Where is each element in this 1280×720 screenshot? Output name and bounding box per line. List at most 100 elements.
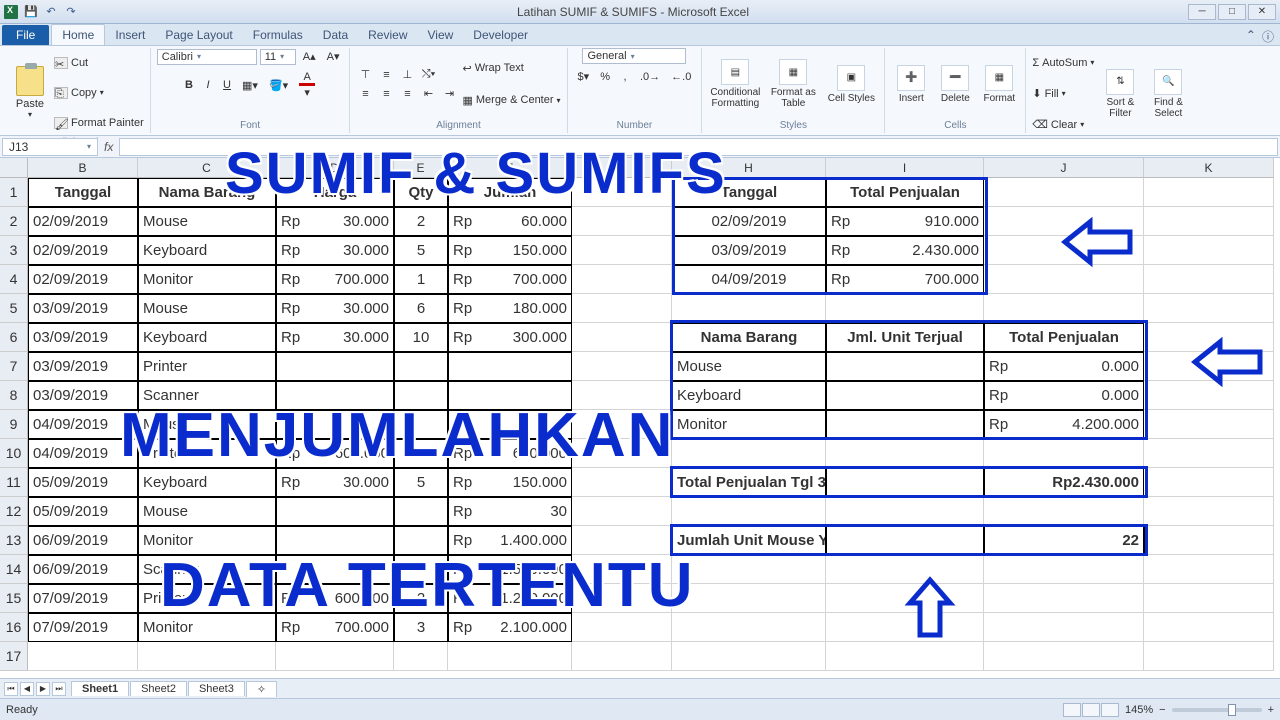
find-select-button[interactable]: 🔍Find & Select bbox=[1146, 69, 1190, 119]
ribbon-help-icon[interactable]: ⓘ bbox=[1262, 28, 1274, 45]
tab-page-layout[interactable]: Page Layout bbox=[155, 25, 242, 45]
decrease-font-button[interactable]: A▾ bbox=[323, 48, 344, 65]
decrease-decimal-button[interactable]: ←.0 bbox=[667, 69, 695, 85]
align-bottom-button[interactable]: ⊥ bbox=[398, 67, 416, 83]
clear-button[interactable]: ⌫Clear▾ bbox=[1032, 110, 1094, 139]
cut-button[interactable]: ✂Cut bbox=[54, 48, 144, 77]
sheet-tab-1[interactable]: Sheet1 bbox=[71, 681, 129, 696]
copy-icon: ⎘ bbox=[54, 87, 68, 99]
cells-group-label: Cells bbox=[891, 120, 1019, 133]
sheet-tab-3[interactable]: Sheet3 bbox=[188, 681, 245, 696]
fill-button[interactable]: ⬇Fill▾ bbox=[1032, 79, 1094, 108]
fill-color-button[interactable]: 🪣▾ bbox=[265, 77, 292, 94]
comma-format-button[interactable]: , bbox=[617, 69, 633, 85]
sheet-nav-first[interactable]: ⏮ bbox=[4, 682, 18, 696]
zoom-level[interactable]: 145% bbox=[1125, 704, 1153, 716]
quick-access-toolbar: 💾 ↶ ↷ bbox=[4, 5, 78, 19]
paste-button[interactable]: Paste ▾ bbox=[10, 66, 50, 119]
styles-group-label: Styles bbox=[708, 120, 878, 133]
sheet-nav-next[interactable]: ▶ bbox=[36, 682, 50, 696]
format-painter-button[interactable]: 🖌Format Painter bbox=[54, 108, 144, 137]
accounting-format-button[interactable]: $▾ bbox=[574, 68, 594, 85]
italic-button[interactable]: I bbox=[200, 77, 216, 93]
font-color-button[interactable]: A▾ bbox=[295, 69, 319, 101]
conditional-formatting-button[interactable]: ▤Conditional Formatting bbox=[708, 59, 762, 109]
decrease-indent-button[interactable]: ⇤ bbox=[419, 86, 437, 102]
tab-developer[interactable]: Developer bbox=[463, 25, 538, 45]
select-all-corner[interactable] bbox=[0, 158, 28, 178]
tab-view[interactable]: View bbox=[418, 25, 464, 45]
number-format-select[interactable]: General▾ bbox=[582, 48, 686, 64]
tab-review[interactable]: Review bbox=[358, 25, 417, 45]
zoom-slider[interactable] bbox=[1172, 708, 1262, 712]
align-middle-button[interactable]: ≡ bbox=[377, 67, 395, 83]
brush-icon: 🖌 bbox=[54, 117, 68, 129]
increase-font-button[interactable]: A▴ bbox=[299, 48, 320, 65]
insert-icon: ➕ bbox=[897, 65, 925, 91]
cell-styles-icon: ▣ bbox=[837, 65, 865, 91]
paste-icon bbox=[16, 66, 44, 96]
number-group-label: Number bbox=[574, 120, 696, 133]
sheet-tab-bar: ⏮ ◀ ▶ ⏭ Sheet1 Sheet2 Sheet3 ✧ bbox=[0, 678, 1280, 698]
sort-filter-button[interactable]: ⇅Sort & Filter bbox=[1098, 69, 1142, 119]
row-headers[interactable]: 1234567891011121314151617 bbox=[0, 178, 28, 671]
name-box[interactable]: J13▾ bbox=[2, 138, 98, 156]
zoom-out-button[interactable]: − bbox=[1159, 704, 1165, 716]
tab-formulas[interactable]: Formulas bbox=[243, 25, 313, 45]
cond-format-icon: ▤ bbox=[721, 59, 749, 85]
align-left-button[interactable]: ≡ bbox=[356, 86, 374, 102]
alignment-group-label: Alignment bbox=[356, 120, 560, 133]
worksheet-area[interactable]: BCDEFGHIJK 1234567891011121314151617 Tan… bbox=[0, 158, 1280, 690]
tab-home[interactable]: Home bbox=[51, 24, 105, 45]
font-name-select[interactable]: Calibri▾ bbox=[157, 49, 257, 65]
font-size-select[interactable]: 11▾ bbox=[260, 49, 296, 65]
sheet-tab-2[interactable]: Sheet2 bbox=[130, 681, 187, 696]
tab-insert[interactable]: Insert bbox=[105, 25, 155, 45]
insert-button[interactable]: ➕Insert bbox=[891, 65, 931, 104]
increase-decimal-button[interactable]: .0→ bbox=[636, 69, 664, 85]
tab-data[interactable]: Data bbox=[313, 25, 358, 45]
zoom-in-button[interactable]: + bbox=[1268, 704, 1274, 716]
orientation-button[interactable]: ⤭▾ bbox=[419, 67, 437, 83]
sheet-nav-prev[interactable]: ◀ bbox=[20, 682, 34, 696]
table-icon: ▦ bbox=[779, 59, 807, 85]
eraser-icon: ⌫ bbox=[1032, 118, 1048, 131]
wrap-icon: ↩ bbox=[462, 62, 471, 75]
format-button[interactable]: ▦Format bbox=[979, 65, 1019, 104]
formula-bar: J13▾ fx bbox=[0, 136, 1280, 158]
sort-icon: ⇅ bbox=[1106, 69, 1134, 95]
file-tab[interactable]: File bbox=[2, 25, 49, 45]
maximize-button[interactable]: □ bbox=[1218, 4, 1246, 20]
align-top-button[interactable]: ⊤ bbox=[356, 67, 374, 83]
bold-button[interactable]: B bbox=[181, 77, 197, 93]
format-as-table-button[interactable]: ▦Format as Table bbox=[766, 59, 820, 109]
formula-input[interactable] bbox=[119, 138, 1278, 156]
border-button[interactable]: ▦▾ bbox=[238, 77, 262, 94]
save-icon[interactable]: 💾 bbox=[24, 5, 38, 19]
window-title: Latihan SUMIF & SUMIFS - Microsoft Excel bbox=[78, 5, 1188, 19]
cell-styles-button[interactable]: ▣Cell Styles bbox=[824, 65, 878, 104]
ribbon-minimize-icon[interactable]: ⌃ bbox=[1246, 28, 1256, 45]
status-bar: Ready 145% − + bbox=[0, 698, 1280, 720]
fill-icon: ⬇ bbox=[1032, 87, 1041, 100]
align-center-button[interactable]: ≡ bbox=[377, 86, 395, 102]
underline-button[interactable]: U bbox=[219, 77, 235, 93]
increase-indent-button[interactable]: ⇥ bbox=[440, 86, 458, 102]
minimize-button[interactable]: ─ bbox=[1188, 4, 1216, 20]
column-headers[interactable]: BCDEFGHIJK bbox=[28, 158, 1274, 178]
align-right-button[interactable]: ≡ bbox=[398, 86, 416, 102]
wrap-text-button[interactable]: ↩Wrap Text bbox=[462, 54, 560, 83]
fx-icon[interactable]: fx bbox=[104, 140, 113, 154]
merge-center-button[interactable]: ▦Merge & Center▾ bbox=[462, 86, 560, 115]
undo-icon[interactable]: ↶ bbox=[44, 5, 58, 19]
cells-grid[interactable]: TanggalNama BarangHargaQtyJumlahTanggalT… bbox=[28, 178, 1274, 671]
percent-format-button[interactable]: % bbox=[596, 69, 614, 85]
autosum-button[interactable]: ΣAutoSum▾ bbox=[1032, 48, 1094, 77]
redo-icon[interactable]: ↷ bbox=[64, 5, 78, 19]
view-buttons[interactable] bbox=[1063, 703, 1119, 717]
copy-button[interactable]: ⎘Copy▾ bbox=[54, 78, 144, 107]
close-button[interactable]: ✕ bbox=[1248, 4, 1276, 20]
new-sheet-tab[interactable]: ✧ bbox=[246, 681, 277, 697]
delete-button[interactable]: ➖Delete bbox=[935, 65, 975, 104]
sheet-nav-last[interactable]: ⏭ bbox=[52, 682, 66, 696]
